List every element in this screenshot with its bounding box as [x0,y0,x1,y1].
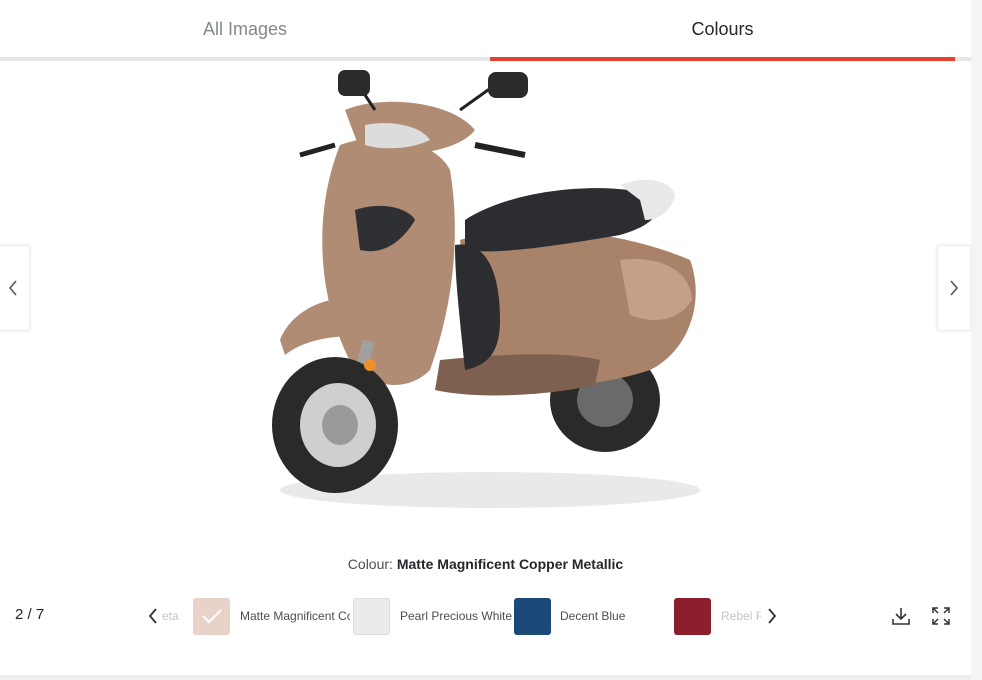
colour-caption: Colour: Matte Magnificent Copper Metalli… [0,556,971,572]
chevron-right-icon [950,280,959,296]
colour-swatch-item[interactable]: Pearl Precious White [353,596,512,636]
colour-swatch-label: Matte Magnificent Co [240,609,350,623]
chevron-left-icon [148,608,157,624]
scooter-image [272,70,700,508]
colour-swatch-item-selected[interactable]: Matte Magnificent Co [193,596,350,636]
colour-swatch-label: Pearl Precious White [400,609,513,623]
colour-swatch-label: Rebel R [721,609,761,623]
colour-swatch-item[interactable]: Rebel R [674,596,761,636]
gallery-panel: All Images Colours Colour: Matte Magnifi… [0,0,971,680]
chevron-right-icon [768,608,777,624]
colour-swatch-label: Meta [162,609,179,623]
check-icon [201,609,222,624]
colour-swatch-item[interactable]: Meta [162,596,180,636]
fullscreen-button[interactable] [929,604,953,628]
colour-swatch-chip [514,597,551,635]
image-counter: 2 / 7 [15,606,45,623]
swatch-scroll-right-button[interactable] [763,604,781,628]
download-button[interactable] [889,604,913,628]
colour-swatch-chip [193,597,230,635]
previous-image-button[interactable] [0,245,30,331]
colour-swatch-list: Meta Matte Magnificent Co Pearl Precious… [162,596,762,636]
colour-swatch-label: Decent Blue [560,609,626,623]
fullscreen-icon [932,607,950,625]
colour-caption-prefix: Colour: [347,556,393,572]
colour-caption-name: Matte Magnificent Copper Metallic [396,556,624,572]
tab-all-images[interactable]: All Images [0,0,490,58]
chevron-left-icon [8,280,17,296]
colour-swatch-item[interactable]: Decent Blue [514,596,625,636]
gallery-tabs: All Images Colours [0,0,971,61]
download-icon [892,608,910,625]
page-gutter [971,0,982,680]
swatch-scroll-left-button[interactable] [144,604,162,628]
tab-colours[interactable]: Colours [490,0,955,58]
next-image-button[interactable] [937,245,971,331]
bottom-divider [0,675,971,680]
colour-swatch-chip [674,597,711,635]
colour-swatch-chip [353,597,390,635]
